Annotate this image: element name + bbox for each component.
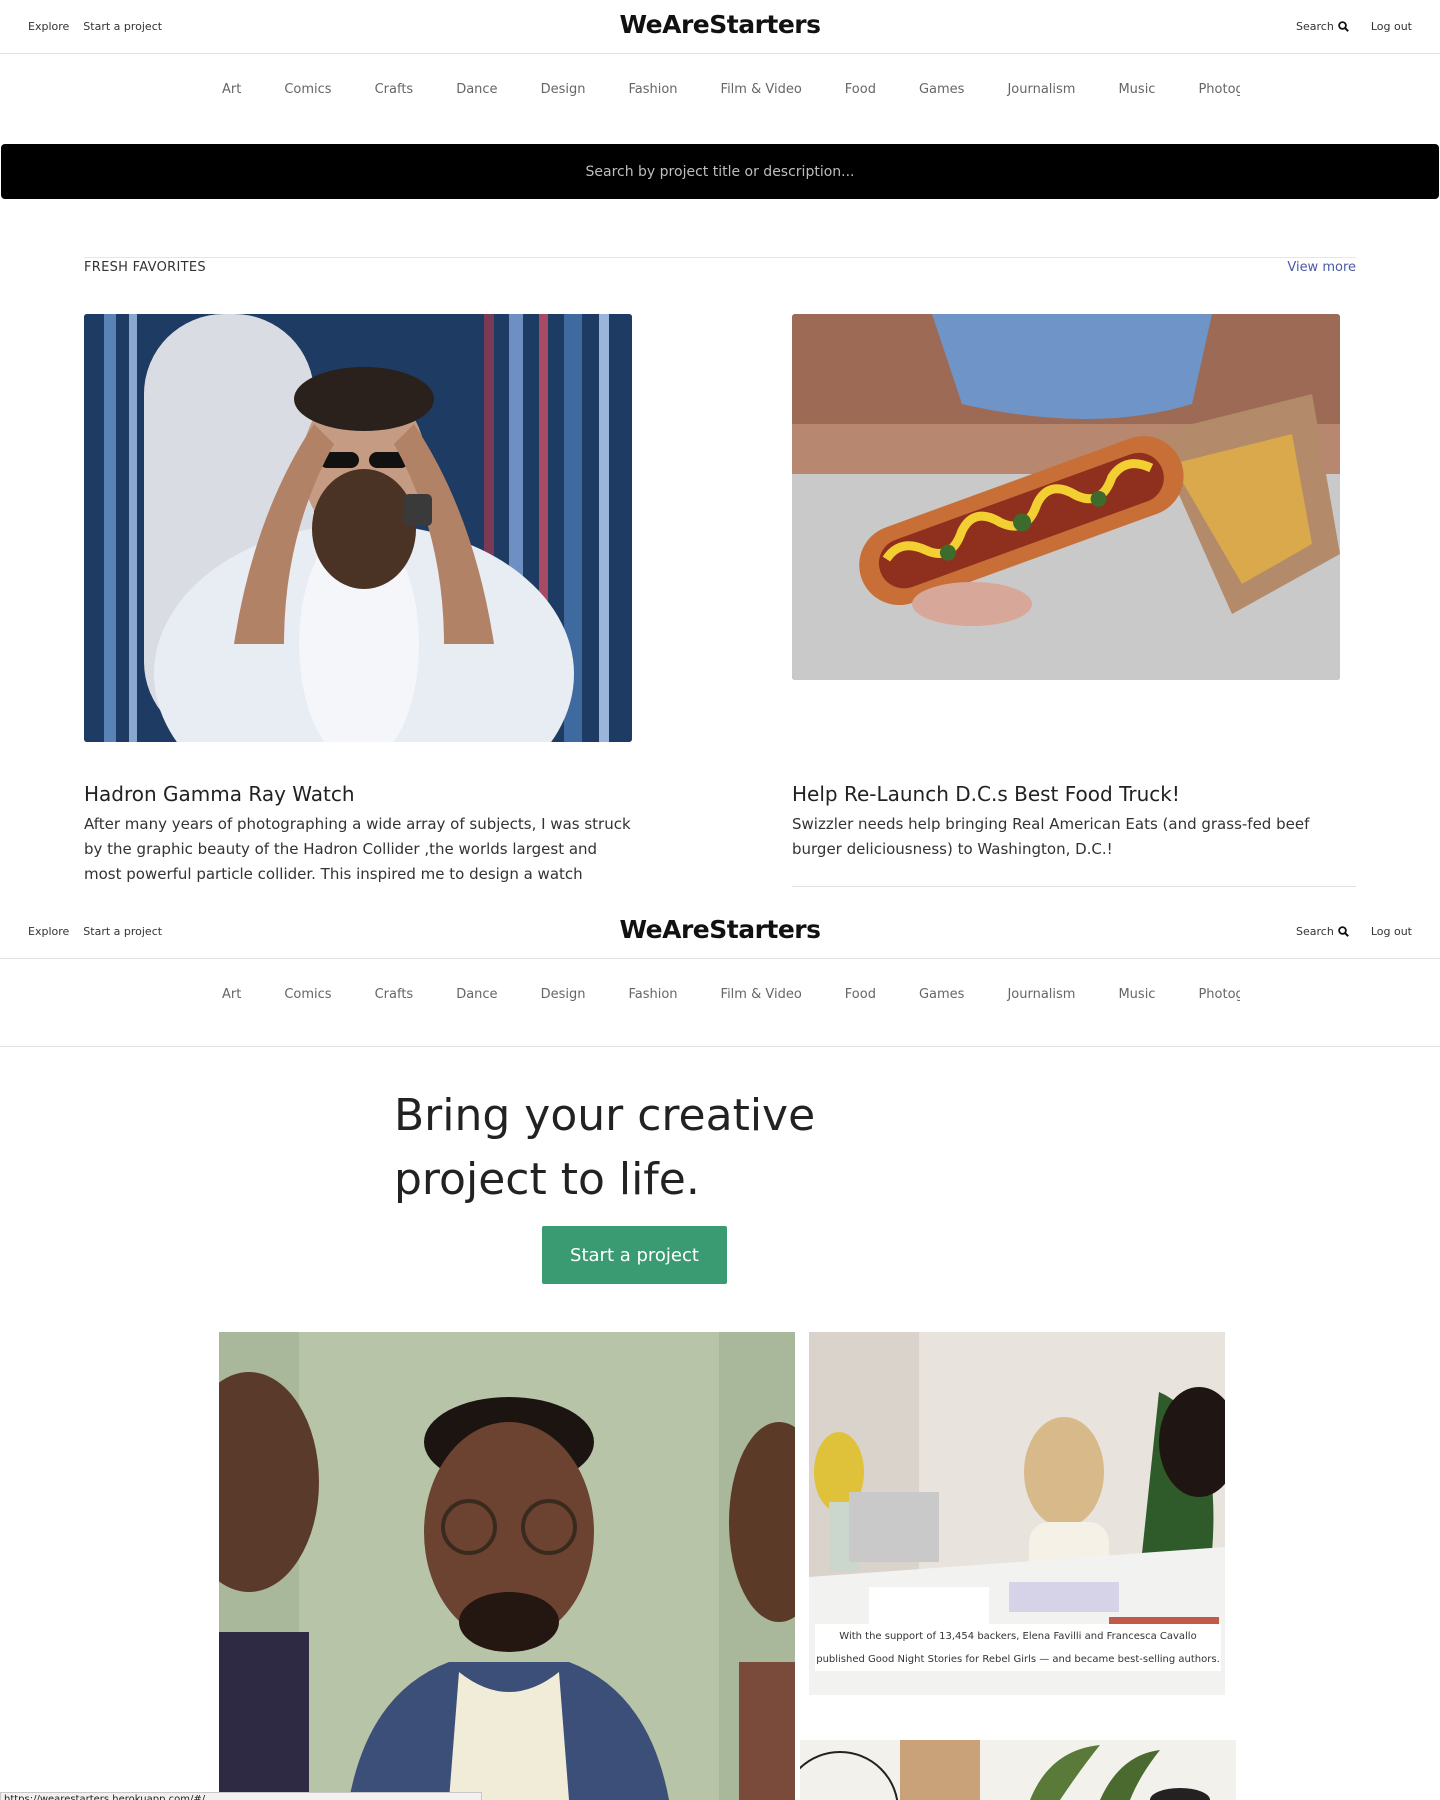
- hero-title: Bring your creative project to life.: [394, 1084, 914, 1212]
- category-comics[interactable]: Comics: [284, 82, 331, 97]
- category-film-video[interactable]: Film & Video: [721, 82, 802, 97]
- category-games[interactable]: Games: [919, 82, 964, 97]
- category-journalism[interactable]: Journalism: [1007, 987, 1075, 1002]
- category-crafts[interactable]: Crafts: [375, 82, 414, 97]
- project-description: After many years of photographing a wide…: [84, 815, 631, 892]
- nav-search-button[interactable]: Search: [1296, 925, 1349, 938]
- category-food[interactable]: Food: [845, 987, 876, 1002]
- fresh-favorites-header: FRESH FAVORITES View more: [84, 257, 1356, 275]
- nav-search-label: Search: [1296, 20, 1334, 33]
- category-dance[interactable]: Dance: [456, 82, 497, 97]
- hero-title-line1: Bring your creative: [394, 1090, 816, 1141]
- nav-logout-link[interactable]: Log out: [1371, 20, 1412, 33]
- category-photography[interactable]: Photography: [1198, 987, 1240, 1002]
- explore-page-view: Explore Start a project WeAreStarters Se…: [0, 0, 1440, 905]
- category-dance[interactable]: Dance: [456, 987, 497, 1002]
- category-photography[interactable]: Photography: [1198, 82, 1240, 97]
- view-more-link[interactable]: View more: [1287, 260, 1356, 275]
- search-icon: [1338, 926, 1349, 937]
- caption-line2: published Good Night Stories for Rebel G…: [816, 1654, 1220, 1665]
- hero-title-line2: project to life.: [394, 1154, 700, 1205]
- nav-right: Search Log out: [1296, 925, 1412, 938]
- gallery-image-anua[interactable]: [800, 1740, 1236, 1800]
- nav-logout-link[interactable]: Log out: [1371, 925, 1412, 938]
- category-journalism[interactable]: Journalism: [1007, 82, 1075, 97]
- project-search-input[interactable]: [420, 163, 1020, 180]
- top-navbar: Explore Start a project WeAreStarters Se…: [0, 905, 1440, 959]
- project-title[interactable]: Help Re-Launch D.C.s Best Food Truck!: [792, 782, 1180, 806]
- nav-search-label: Search: [1296, 925, 1334, 938]
- category-food[interactable]: Food: [845, 82, 876, 97]
- category-film-video[interactable]: Film & Video: [721, 987, 802, 1002]
- category-design[interactable]: Design: [541, 82, 586, 97]
- category-music[interactable]: Music: [1118, 82, 1155, 97]
- category-bar: Art Comics Crafts Dance Design Fashion Film & …: [0, 959, 1440, 1047]
- project-image-bearded-man[interactable]: [84, 314, 632, 742]
- category-design[interactable]: Design: [541, 987, 586, 1002]
- nav-search-button[interactable]: Search: [1296, 20, 1349, 33]
- site-logo[interactable]: WeAreStarters: [0, 915, 1440, 944]
- start-project-button[interactable]: Start a project: [542, 1226, 727, 1284]
- category-list: Art Comics Crafts Dance Design Fashion Film & …: [222, 987, 1240, 1007]
- category-fashion[interactable]: Fashion: [628, 987, 677, 1002]
- divider: [792, 886, 1356, 887]
- gallery-image-portrait[interactable]: [219, 1332, 795, 1800]
- top-navbar: Explore Start a project WeAreStarters Se…: [0, 0, 1440, 54]
- nav-right: Search Log out: [1296, 20, 1412, 33]
- project-title[interactable]: Hadron Gamma Ray Watch: [84, 782, 355, 806]
- caption-line1: With the support of 13,454 backers, Elen…: [839, 1631, 1197, 1642]
- category-comics[interactable]: Comics: [284, 987, 331, 1002]
- browser-status-bar: https://wearestarters.herokuapp.com/#/: [0, 1792, 482, 1800]
- fresh-favorites-title: FRESH FAVORITES: [84, 260, 206, 275]
- category-crafts[interactable]: Crafts: [375, 987, 414, 1002]
- gallery-caption: With the support of 13,454 backers, Elen…: [815, 1624, 1221, 1671]
- site-logo[interactable]: WeAreStarters: [0, 10, 1440, 39]
- category-games[interactable]: Games: [919, 987, 964, 1002]
- search-icon: [1338, 21, 1349, 32]
- category-bar: Art Comics Crafts Dance Design Fashion Film & …: [0, 54, 1440, 142]
- category-art[interactable]: Art: [222, 987, 241, 1002]
- category-list: Art Comics Crafts Dance Design Fashion Film & …: [222, 82, 1240, 102]
- project-image-hotdog[interactable]: [792, 314, 1340, 680]
- category-fashion[interactable]: Fashion: [628, 82, 677, 97]
- project-search-bar: [1, 144, 1439, 199]
- category-music[interactable]: Music: [1118, 987, 1155, 1002]
- category-art[interactable]: Art: [222, 82, 241, 97]
- project-description: Swizzler needs help bringing Real Americ…: [792, 815, 1310, 858]
